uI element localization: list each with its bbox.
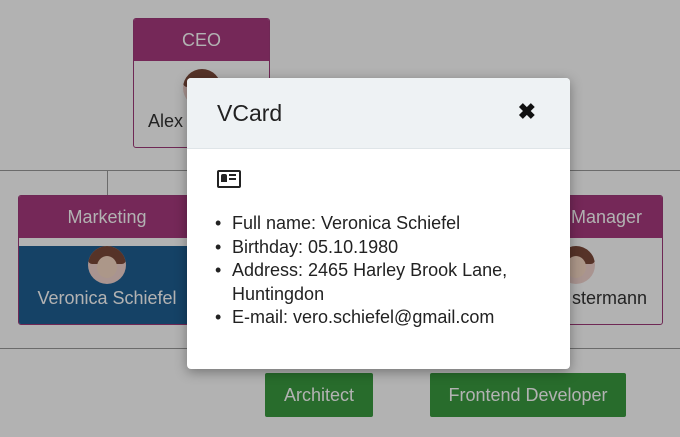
full-name-field: Full name: Veronica Schiefel	[215, 212, 532, 236]
address-field: Address: 2465 Harley Brook Lane, Hunting…	[215, 259, 532, 306]
vcard-icon	[217, 170, 241, 188]
email-field: E-mail: vero.schiefel@gmail.com	[215, 306, 532, 330]
modal-title: VCard	[217, 100, 283, 126]
vcard-info-list: Full name: Veronica Schiefel Birthday: 0…	[215, 212, 532, 330]
birthday-field: Birthday: 05.10.1980	[215, 236, 532, 260]
vcard-dialog: VCard ✖ Full name: Veronica Schiefel Bir…	[187, 78, 570, 369]
modal-header: VCard ✖	[187, 78, 570, 149]
close-button[interactable]: ✖	[518, 99, 536, 125]
